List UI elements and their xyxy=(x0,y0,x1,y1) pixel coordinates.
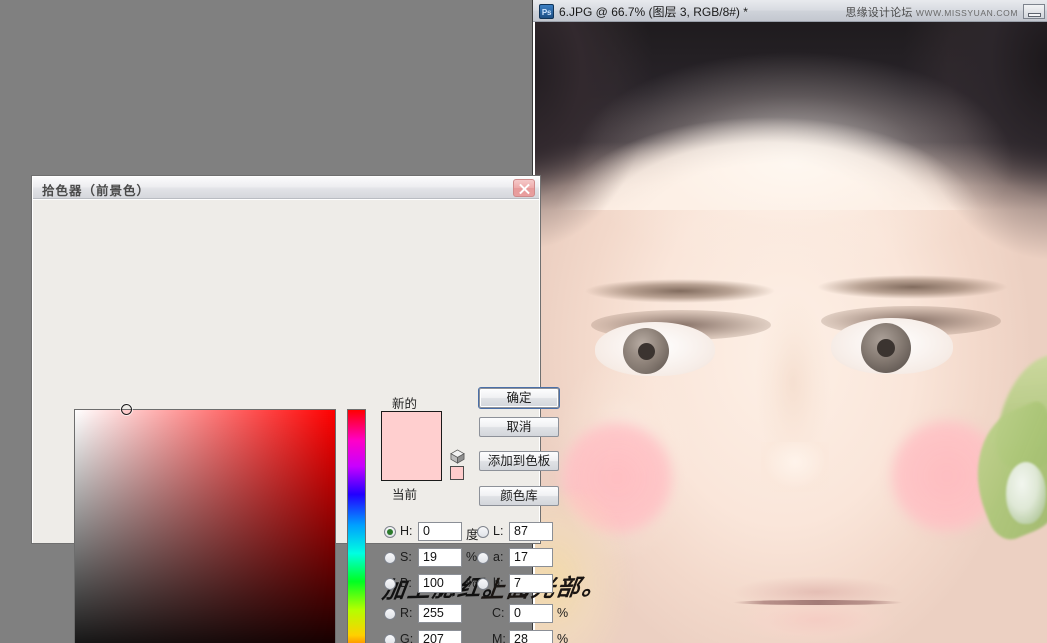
unit-brightness: % xyxy=(466,576,478,590)
color-field-marker[interactable] xyxy=(121,404,132,415)
eyebrow-right xyxy=(815,274,1010,300)
portrait-lip-line xyxy=(733,600,903,605)
pupil-right xyxy=(877,339,895,357)
unit-cyan: % xyxy=(557,606,569,620)
screen: Ps 6.JPG @ 66.7% (图层 3, RGB/8#) * 思缘设计论坛… xyxy=(0,0,1047,643)
label-red: R: xyxy=(400,606,413,620)
color-preview-box[interactable] xyxy=(381,411,442,481)
color-libraries-button[interactable]: 颜色库 xyxy=(479,486,559,506)
web-safe-cube-icon[interactable] xyxy=(450,449,465,464)
eye-right xyxy=(831,318,953,374)
label-lab-b: b: xyxy=(493,576,504,590)
input-saturation[interactable]: 19 xyxy=(418,548,462,567)
flower-bud xyxy=(1006,462,1046,524)
new-color-swatch[interactable] xyxy=(382,412,441,480)
label-hue: H: xyxy=(400,524,413,538)
input-cyan[interactable]: 0 xyxy=(509,604,553,623)
hue-slider[interactable] xyxy=(347,409,366,643)
watermark-name: 思缘设计论坛 xyxy=(845,7,913,19)
input-lab-a[interactable]: 17 xyxy=(509,548,553,567)
input-lab-b[interactable]: 7 xyxy=(509,574,553,593)
add-to-swatches-button[interactable]: 添加到色板 xyxy=(479,451,559,471)
radio-hue[interactable] xyxy=(384,526,396,538)
color-picker-title-bar[interactable]: 拾色器（前景色） xyxy=(33,177,539,199)
saturation-brightness-field[interactable] xyxy=(74,409,336,643)
portrait-forehead xyxy=(573,52,1013,272)
close-icon[interactable] xyxy=(513,179,535,197)
forum-watermark: 思缘设计论坛 WWW.MISSYUAN.COM xyxy=(845,4,1018,20)
portrait-nose-tip xyxy=(761,442,829,492)
ok-button[interactable]: 确定 xyxy=(478,387,560,409)
eyebrow-left xyxy=(585,278,775,304)
unit-magenta: % xyxy=(557,632,569,643)
input-green[interactable]: 207 xyxy=(418,630,462,643)
cancel-button[interactable]: 取消 xyxy=(479,417,559,437)
color-picker-title: 拾色器（前景色） xyxy=(42,184,151,198)
label-saturation: S: xyxy=(400,550,412,564)
radio-brightness[interactable] xyxy=(384,578,396,590)
input-lab-l[interactable]: 87 xyxy=(509,522,553,541)
label-magenta: M: xyxy=(492,632,506,643)
unit-saturation: % xyxy=(466,550,478,564)
restore-window-button[interactable] xyxy=(1023,4,1045,19)
color-picker-dialog: 拾色器（前景色） 新的 当前 确定 取消 添加到色板 颜色库 H: 0 度 S:… xyxy=(31,175,568,643)
web-safe-color-swatch[interactable] xyxy=(450,466,464,480)
watermark-url: WWW.MISSYUAN.COM xyxy=(915,8,1018,18)
photoshop-icon: Ps xyxy=(539,4,554,19)
photoshop-document-window: Ps 6.JPG @ 66.7% (图层 3, RGB/8#) * 思缘设计论坛… xyxy=(532,0,1047,643)
document-title: 6.JPG @ 66.7% (图层 3, RGB/8#) * xyxy=(559,5,748,19)
radio-lab-a[interactable] xyxy=(477,552,489,564)
radio-saturation[interactable] xyxy=(384,552,396,564)
input-hue[interactable]: 0 xyxy=(418,522,462,541)
label-green: G: xyxy=(400,632,414,643)
label-brightness: B: xyxy=(400,576,412,590)
current-color-label: 当前 xyxy=(392,488,418,502)
photoshop-title-bar[interactable]: Ps 6.JPG @ 66.7% (图层 3, RGB/8#) * 思缘设计论坛… xyxy=(533,0,1047,22)
document-canvas[interactable] xyxy=(533,22,1047,643)
input-red[interactable]: 255 xyxy=(418,604,462,623)
new-color-label: 新的 xyxy=(392,397,418,411)
radio-green[interactable] xyxy=(384,634,396,643)
label-cyan: C: xyxy=(492,606,505,620)
input-magenta[interactable]: 28 xyxy=(509,630,553,643)
radio-red[interactable] xyxy=(384,608,396,620)
input-brightness[interactable]: 100 xyxy=(418,574,462,593)
label-lab-l: L: xyxy=(493,524,504,538)
label-lab-a: a: xyxy=(493,550,504,564)
iris-right xyxy=(861,323,911,373)
radio-lab-b[interactable] xyxy=(477,578,489,590)
portrait-lips xyxy=(729,570,907,642)
radio-lab-l[interactable] xyxy=(477,526,489,538)
